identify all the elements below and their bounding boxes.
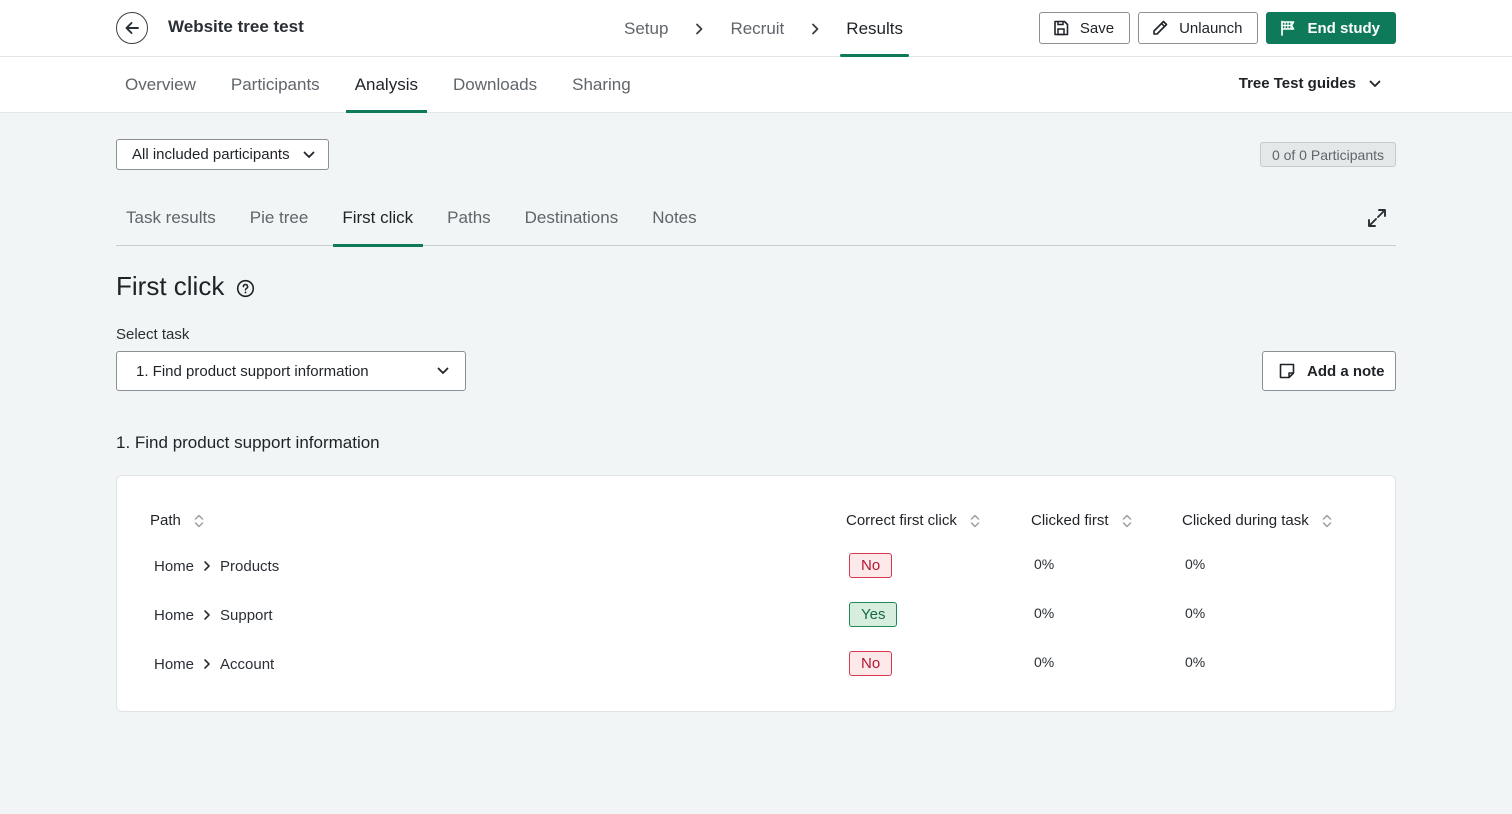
path-segment: Products xyxy=(220,557,280,575)
clicked-first-value: 0% xyxy=(1034,605,1055,621)
participant-count-badge: 0 of 0 Participants xyxy=(1259,142,1396,167)
guides-label: Tree Test guides xyxy=(1238,75,1356,92)
add-note-label: Add a note xyxy=(1307,362,1385,380)
tab-participants[interactable]: Participants xyxy=(222,57,329,113)
path-segment: Support xyxy=(220,606,273,624)
pencil-icon xyxy=(1153,20,1168,35)
task-select-value: 1. Find product support information xyxy=(136,362,369,380)
save-label: Save xyxy=(1079,19,1115,37)
column-header-label: Correct first click xyxy=(846,512,957,529)
column-header-label: Clicked during task xyxy=(1182,512,1309,529)
chevron-right-icon xyxy=(676,0,722,57)
correct-first-click-cell: No xyxy=(849,553,893,578)
unlaunch-label: Unlaunch xyxy=(1179,19,1243,37)
expand-icon[interactable] xyxy=(1366,207,1388,229)
tree-test-guides-dropdown[interactable]: Tree Test guides xyxy=(1239,75,1382,92)
tab-paths[interactable]: Paths xyxy=(437,194,500,246)
flag-icon xyxy=(1281,20,1295,36)
column-header-path[interactable]: Path xyxy=(150,512,204,529)
analysis-tabs: Task results Pie tree First click Paths … xyxy=(116,194,1396,247)
chevron-down-icon xyxy=(303,151,315,158)
path-segment: Home xyxy=(154,655,195,673)
tab-overview[interactable]: Overview xyxy=(116,57,205,113)
sub-navigation: Overview Participants Analysis Downloads… xyxy=(0,57,1512,113)
arrow-left-icon xyxy=(125,22,139,34)
clicked-first-value: 0% xyxy=(1034,654,1055,670)
clicked-during-task-value: 0% xyxy=(1185,556,1206,572)
sort-icon xyxy=(1122,514,1131,527)
clicked-first-value: 0% xyxy=(1034,556,1055,572)
tab-analysis[interactable]: Analysis xyxy=(345,57,428,113)
first-click-table: Path Correct first click Clicked first C… xyxy=(116,475,1396,712)
page-title: First click xyxy=(116,271,225,301)
table-row-path: Home Account xyxy=(154,653,274,675)
clicked-during-task-value: 0% xyxy=(1185,605,1206,621)
analysis-tab-list: Task results Pie tree First click Paths … xyxy=(116,194,1396,247)
clicked-during-task-value: 0% xyxy=(1185,654,1206,670)
tab-task-results[interactable]: Task results xyxy=(116,194,226,246)
chevron-right-icon xyxy=(204,659,210,669)
chevron-down-icon xyxy=(1369,80,1381,87)
note-icon xyxy=(1279,363,1295,379)
tab-destinations[interactable]: Destinations xyxy=(515,194,629,246)
sort-icon xyxy=(1322,514,1331,527)
unlaunch-button[interactable]: Unlaunch xyxy=(1138,12,1259,44)
column-header-clicked-during-task[interactable]: Clicked during task xyxy=(1182,512,1332,529)
top-header: Website tree test Setup Recruit Results … xyxy=(0,0,1512,57)
sort-icon xyxy=(970,514,980,527)
step-setup[interactable]: Setup xyxy=(616,0,676,57)
tab-notes[interactable]: Notes xyxy=(642,194,706,246)
sort-icon xyxy=(194,514,204,527)
status-badge: No xyxy=(849,651,893,676)
chevron-right-icon xyxy=(204,610,210,620)
chevron-right-icon xyxy=(204,561,210,571)
end-study-button[interactable]: End study xyxy=(1266,12,1396,44)
step-recruit[interactable]: Recruit xyxy=(722,0,792,57)
column-header-label: Path xyxy=(150,512,181,529)
task-select[interactable]: 1. Find product support information xyxy=(116,351,466,391)
path-segment: Home xyxy=(154,557,195,575)
correct-first-click-cell: No xyxy=(849,651,893,676)
column-header-label: Clicked first xyxy=(1031,512,1109,529)
step-results[interactable]: Results xyxy=(838,0,911,57)
study-steps: Setup Recruit Results xyxy=(616,0,911,57)
tab-pie-tree[interactable]: Pie tree xyxy=(240,194,319,246)
participants-filter-value: All included participants xyxy=(132,146,290,163)
status-badge: Yes xyxy=(849,602,898,627)
path-segment: Home xyxy=(154,606,195,624)
path-segment: Account xyxy=(220,655,275,673)
tab-first-click[interactable]: First click xyxy=(332,194,424,247)
end-study-label: End study xyxy=(1307,19,1380,37)
select-task-label: Select task xyxy=(116,326,190,343)
add-note-button[interactable]: Add a note xyxy=(1262,351,1396,391)
participants-filter-select[interactable]: All included participants xyxy=(116,139,329,170)
help-icon[interactable] xyxy=(236,279,255,298)
subnav-tabs: Overview Participants Analysis Downloads… xyxy=(116,57,657,113)
column-header-correct-first-click[interactable]: Correct first click xyxy=(846,512,980,529)
tab-sharing[interactable]: Sharing xyxy=(563,57,640,113)
save-icon xyxy=(1054,20,1069,36)
chevron-right-icon xyxy=(792,0,838,57)
correct-first-click-cell: Yes xyxy=(849,602,898,627)
tab-downloads[interactable]: Downloads xyxy=(444,57,546,113)
study-title: Website tree test xyxy=(168,17,304,36)
column-header-clicked-first[interactable]: Clicked first xyxy=(1031,512,1132,529)
chevron-down-icon xyxy=(437,367,449,374)
task-heading: 1. Find product support information xyxy=(116,433,380,452)
table-row-path: Home Products xyxy=(154,555,279,577)
status-badge: No xyxy=(849,553,893,578)
header-actions: Save Unlaunch End study xyxy=(1038,12,1396,44)
back-button[interactable] xyxy=(116,12,148,44)
table-row-path: Home Support xyxy=(154,604,273,626)
save-button[interactable]: Save xyxy=(1038,12,1131,44)
